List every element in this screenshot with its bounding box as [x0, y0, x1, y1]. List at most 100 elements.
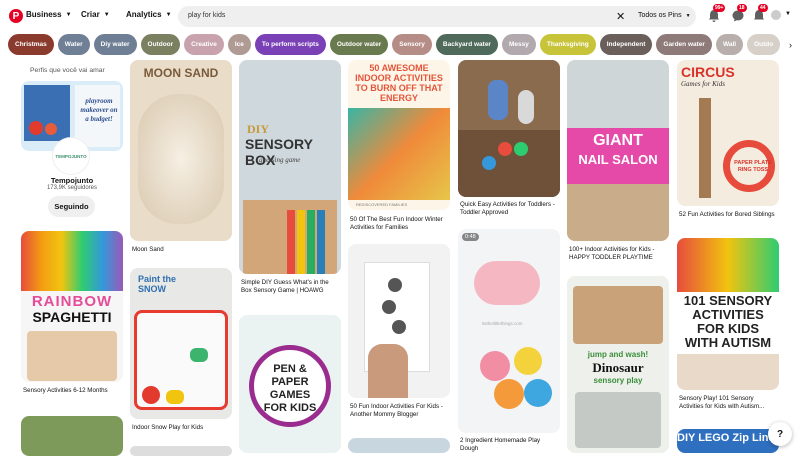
pin-paint-snow[interactable]: Paint the SNOW: [130, 268, 232, 419]
pin-rainbow-spaghetti[interactable]: RAINBOW SPAGHETTI: [21, 231, 123, 382]
nav-business-label: Business: [26, 10, 62, 19]
pin-caption[interactable]: Sensory Play! 101 Sensory Activities for…: [679, 395, 779, 410]
pin-caption[interactable]: Indoor Snow Play for Kids: [132, 424, 232, 432]
pin-sensory-autism[interactable]: 101 SENSORY ACTIVITIES FOR KIDS WITH AUT…: [677, 238, 779, 390]
pin-giant-nail-salon[interactable]: GIANT NAIL SALON: [567, 60, 669, 241]
pin-caption[interactable]: 50 Fun Indoor Activities For Kids - Anot…: [350, 403, 450, 418]
pin-dough-watermark: itsthelittlethings.com: [482, 321, 523, 326]
profile-section-title: Perfis que você vai amar: [30, 67, 105, 74]
pin-image[interactable]: [130, 446, 232, 456]
chip-wall[interactable]: Wall: [715, 34, 744, 55]
chip-outdoor-water[interactable]: Outdoor water: [329, 34, 389, 55]
updates-badge: 44: [758, 4, 768, 12]
pin-circus-games[interactable]: CIRCUS Games for Kids PAPER PLATE RING T…: [677, 60, 779, 206]
pin-image[interactable]: [348, 438, 450, 453]
pin-caption[interactable]: Moon Sand: [132, 246, 232, 254]
search-scope-label: Todos os Pins: [638, 12, 682, 19]
avatar[interactable]: TEMPOJUNTO: [53, 138, 89, 174]
profile-followers: 173,9K seguidores: [46, 185, 98, 191]
follow-button[interactable]: Seguindo: [48, 196, 95, 217]
pinterest-logo-icon[interactable]: P: [9, 9, 23, 23]
pin-moon-sand[interactable]: MOON SAND: [130, 60, 232, 241]
nav-analytics[interactable]: Analytics ▼: [126, 10, 172, 19]
pin-image[interactable]: [21, 416, 123, 456]
clear-search-icon[interactable]: ✕: [616, 10, 625, 23]
messages-icon[interactable]: 18: [731, 4, 747, 23]
pin-caption[interactable]: 2 Ingredient Homemade Play Dough: [460, 437, 560, 452]
chip-messy[interactable]: Messy: [501, 34, 536, 55]
pin-caption[interactable]: 100+ Indoor Activities for Kids - HAPPY …: [569, 246, 669, 261]
profile-cover-text: playroom makeover on a budget!: [80, 97, 118, 123]
nav-analytics-label: Analytics: [126, 10, 162, 19]
chip-diy-water[interactable]: Diy water: [93, 34, 137, 55]
search-input[interactable]: play for kids: [188, 12, 225, 19]
pin-circus-sub: Games for Kids: [681, 80, 725, 88]
pin-lego-title: DIY LEGO Zip Line Activity: [677, 432, 779, 444]
chip-outdo[interactable]: Outdo: [747, 34, 781, 55]
pin-paper-target[interactable]: [348, 244, 450, 398]
pin-caption[interactable]: 50 Of The Best Fun Indoor Winter Activit…: [350, 216, 450, 231]
chip-thanksgiving[interactable]: Thanksgiving: [539, 34, 596, 55]
pin-nail-line1: GIANT: [593, 132, 643, 149]
nav-criar-label: Criar: [81, 10, 100, 19]
pin-toddler-activities[interactable]: [458, 60, 560, 197]
avatar-text: TEMPOJUNTO: [55, 153, 87, 159]
pin-dinosaur-wash[interactable]: jump and wash! Dinosaur sensory play: [567, 276, 669, 453]
avatar[interactable]: [771, 10, 781, 20]
pin-awesome-activities[interactable]: 50 AWESOME INDOOR ACTIVITIES TO BURN OFF…: [348, 60, 450, 210]
chip-to-perform-scripts[interactable]: To perform scripts: [254, 34, 326, 55]
nav-business[interactable]: Business ▼: [26, 10, 72, 19]
search-scope-dropdown[interactable]: Todos os Pins ▼: [638, 12, 691, 19]
pin-caption[interactable]: 52 Fun Activities for Bored Siblings: [679, 211, 779, 219]
pin-pen-title: PEN & PAPER GAMES FOR KIDS: [263, 363, 317, 414]
chip-independent[interactable]: Independent: [599, 34, 653, 55]
notifications-icon[interactable]: 99+: [707, 4, 726, 23]
pin-circus-title: CIRCUS: [681, 64, 735, 80]
chip-sensory[interactable]: Sensory: [392, 34, 432, 55]
account-menu-chevron-icon[interactable]: ▼: [785, 11, 791, 17]
pin-snow-title: Paint the SNOW: [138, 274, 177, 294]
chevron-down-icon: ▼: [65, 11, 72, 18]
messages-badge: 18: [737, 4, 747, 12]
guided-search-chips: Christmas Water Diy water Outdoor Creative Ic…: [8, 34, 788, 55]
profile-name[interactable]: Tempojunto: [0, 176, 144, 185]
pin-autism-title: 101 SENSORY ACTIVITIES FOR KIDS WITH AUT…: [683, 293, 773, 350]
pin-awesome-title: 50 AWESOME INDOOR ACTIVITIES TO BURN OFF…: [355, 63, 443, 103]
pin-dino-line1: jump and wash!: [587, 350, 649, 359]
chip-backyard-water[interactable]: Backyard water: [435, 34, 498, 55]
pin-dough-duration: 0:48: [462, 233, 479, 241]
help-button[interactable]: ?: [768, 422, 792, 446]
pin-pen-paper[interactable]: PEN & PAPER GAMES FOR KIDS: [239, 315, 341, 453]
pin-sensorybox-sub: guessing game: [259, 156, 301, 164]
top-bar: P Business ▼ Criar ▼ Analytics ▼ play fo…: [0, 0, 800, 32]
pin-dino-line2: Dinosaur: [592, 360, 644, 375]
pin-sensorybox-diy: DIY: [247, 122, 270, 136]
pin-caption[interactable]: Simple DIY Guess What's in the Box Senso…: [241, 279, 341, 294]
notifications-badge: 99+: [713, 4, 726, 12]
chevron-down-icon: ▼: [685, 13, 691, 19]
pin-rainbow-title: RAINBOW: [31, 293, 113, 310]
pin-caption[interactable]: Quick Easy Activities for Toddlers - Tod…: [460, 201, 560, 216]
pin-lego-zipline[interactable]: DIY LEGO Zip Line Activity: [677, 429, 779, 453]
pin-play-dough[interactable]: 0:48 itsthelittlethings.com: [458, 229, 560, 433]
chip-christmas[interactable]: Christmas: [8, 34, 54, 55]
chip-garden-water[interactable]: Garden water: [656, 34, 712, 55]
chevron-down-icon: ▼: [103, 11, 110, 18]
search-bar[interactable]: play for kids ✕ Todos os Pins ▼: [178, 6, 696, 27]
updates-icon[interactable]: 44: [752, 4, 768, 23]
chevron-down-icon: ▼: [165, 11, 172, 18]
pin-nail-line2: NAIL SALON: [578, 152, 658, 167]
chip-outdoor[interactable]: Outdoor: [140, 34, 181, 55]
pin-circus-ringtoss: PAPER PLATE RING TOSS: [734, 160, 772, 173]
pin-awesome-source: REDISCOVERED FAMILIES: [356, 202, 408, 207]
chip-water[interactable]: Water: [57, 34, 90, 55]
nav-criar[interactable]: Criar ▼: [81, 10, 110, 19]
pin-moon-title: MOON SAND: [143, 66, 219, 80]
pin-dino-line3: sensory play: [593, 376, 643, 385]
chip-creative[interactable]: Creative: [184, 34, 224, 55]
pin-sensory-box[interactable]: DIY SENSORY BOX guessing game: [239, 60, 341, 274]
pin-rainbow-subtitle: SPAGHETTI: [32, 309, 112, 325]
pin-caption[interactable]: Sensory Activities 6-12 Months: [23, 387, 123, 395]
chevron-right-icon[interactable]: ›: [789, 40, 792, 50]
chip-ice[interactable]: Ice: [227, 34, 251, 55]
